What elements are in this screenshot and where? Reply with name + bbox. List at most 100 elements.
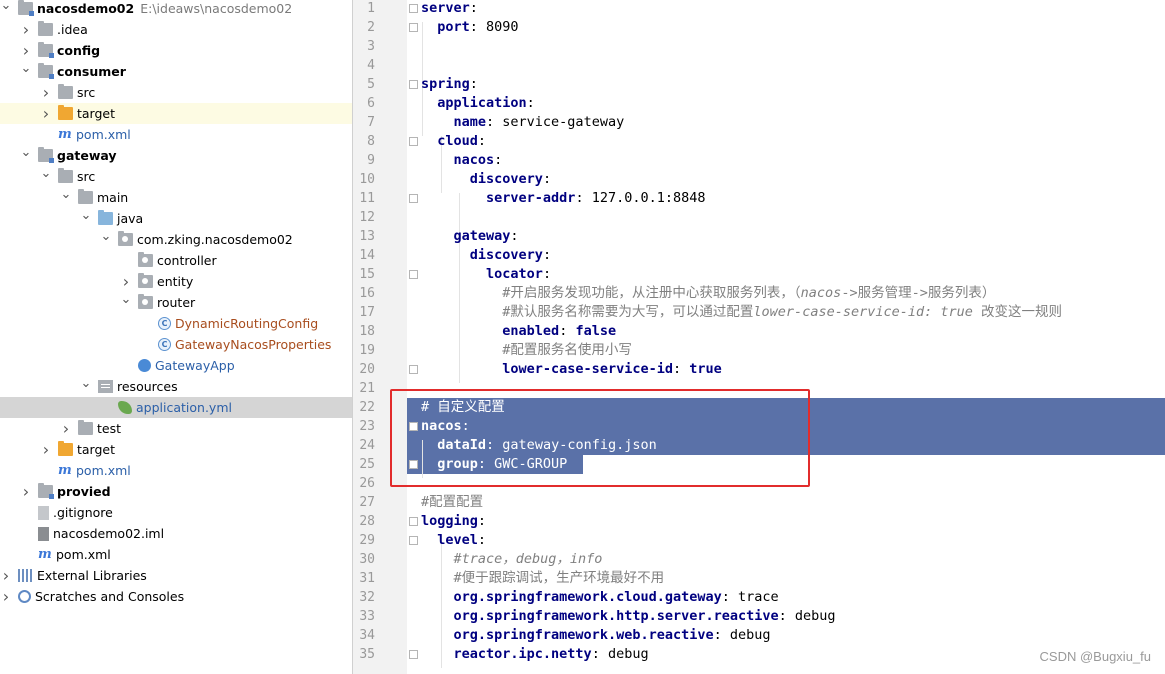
tree-item-label: main	[97, 190, 129, 205]
fold-marker-icon[interactable]	[409, 365, 418, 374]
code-token: lower-case-service-id: true	[753, 304, 981, 320]
fold-marker-icon[interactable]	[409, 137, 418, 146]
code-line[interactable]: #开启服务发现功能，从注册中心获取服务列表，（nacos->服务管理->服务列表…	[421, 284, 995, 303]
chevron-down-icon[interactable]: ⌄	[40, 166, 52, 181]
code-line[interactable]: #默认服务名称需要为大写，可以通过配置lower-case-service-id…	[421, 303, 1062, 322]
fold-marker-icon[interactable]	[409, 650, 418, 659]
tree-item[interactable]: ⌄ src	[0, 166, 352, 187]
code-line[interactable]: server:	[421, 0, 478, 18]
code-line[interactable]: server-addr: 127.0.0.1:8848	[421, 189, 705, 208]
chevron-right-icon[interactable]: ›	[40, 104, 52, 123]
tree-item[interactable]: m pom.xml	[0, 544, 352, 565]
tree-item[interactable]: GatewayApp	[0, 355, 352, 376]
tree-item[interactable]: › provied	[0, 481, 352, 502]
chevron-down-icon[interactable]: ⌄	[120, 292, 132, 307]
chevron-down-icon[interactable]: ⌄	[60, 187, 72, 202]
tree-item-label: src	[77, 169, 96, 184]
tree-item[interactable]: ⌄ main	[0, 187, 352, 208]
code-line[interactable]: discovery:	[421, 246, 551, 265]
chevron-right-icon[interactable]: ›	[40, 83, 52, 102]
code-line[interactable]: #配置配置	[421, 493, 483, 512]
chevron-down-icon[interactable]: ⌄	[100, 229, 112, 244]
code-line[interactable]: locator:	[421, 265, 551, 284]
fold-marker-icon[interactable]	[409, 23, 418, 32]
tree-item[interactable]: C GatewayNacosProperties	[0, 334, 352, 355]
chevron-right-icon[interactable]: ›	[120, 272, 132, 291]
tree-item[interactable]: › Scratches and Consoles	[0, 586, 352, 607]
tree-item[interactable]: ⌄ gateway	[0, 145, 352, 166]
chevron-right-icon[interactable]: ›	[0, 587, 12, 606]
tree-item[interactable]: m pom.xml	[0, 124, 352, 145]
tree-item[interactable]: controller	[0, 250, 352, 271]
tree-item[interactable]: ⌄ com.zking.nacosdemo02	[0, 229, 352, 250]
code-line[interactable]: reactor.ipc.netty: debug	[421, 645, 649, 664]
code-line[interactable]: lower-case-service-id: true	[421, 360, 721, 379]
tree-item[interactable]: .gitignore	[0, 502, 352, 523]
chevron-down-icon[interactable]: ⌄	[20, 61, 32, 76]
tree-item[interactable]: ⌄ resources	[0, 376, 352, 397]
fold-marker-icon[interactable]	[409, 270, 418, 279]
code-token: :	[477, 532, 487, 548]
tree-item[interactable]: application.yml	[0, 397, 352, 418]
chevron-right-icon[interactable]: ›	[20, 41, 32, 60]
fold-marker-icon[interactable]	[409, 517, 418, 526]
chevron-right-icon[interactable]: ›	[40, 440, 52, 459]
chevron-right-icon[interactable]: ›	[20, 20, 32, 39]
chevron-down-icon[interactable]: ⌄	[80, 208, 92, 223]
tree-item[interactable]: › src	[0, 82, 352, 103]
tree-item[interactable]: › .idea	[0, 19, 352, 40]
code-line[interactable]: #配置服务名使用小写	[421, 341, 632, 360]
code-line[interactable]: cloud:	[421, 132, 486, 151]
fold-marker-icon[interactable]	[409, 536, 418, 545]
line-number: 17	[359, 305, 375, 320]
code-line[interactable]: enabled: false	[421, 322, 616, 341]
code-line[interactable]: nacos:	[421, 151, 503, 170]
tree-item-label: src	[77, 85, 96, 100]
tree-item[interactable]: ⌄ nacosdemo02 E:\ideaws\nacosdemo02	[0, 0, 352, 19]
line-number: 3	[367, 39, 375, 54]
fold-marker-icon[interactable]	[409, 80, 418, 89]
tree-item[interactable]: m pom.xml	[0, 460, 352, 481]
line-number: 21	[359, 381, 375, 396]
tree-item[interactable]: › target	[0, 103, 352, 124]
chevron-right-icon[interactable]: ›	[60, 419, 72, 438]
chevron-down-icon[interactable]: ⌄	[80, 376, 92, 391]
tree-item-label: config	[57, 43, 101, 58]
tree-item[interactable]: ⌄ java	[0, 208, 352, 229]
code-token: :	[477, 513, 487, 529]
code-line[interactable]: #trace，debug，info	[421, 550, 603, 569]
code-token: :	[469, 0, 478, 16]
line-number: 15	[359, 267, 375, 282]
code-line[interactable]: org.springframework.web.reactive: debug	[421, 626, 771, 645]
tree-item[interactable]: ⌄ router	[0, 292, 352, 313]
code-line[interactable]: #便于跟踪调试，生产环境最好不用	[421, 569, 665, 588]
code-line[interactable]: spring:	[421, 75, 478, 94]
chevron-down-icon[interactable]: ⌄	[20, 145, 32, 160]
code-line[interactable]: port: 8090	[421, 18, 518, 37]
code-line[interactable]: org.springframework.cloud.gateway: trace	[421, 588, 779, 607]
tree-item[interactable]: nacosdemo02.iml	[0, 523, 352, 544]
code-line[interactable]: gateway:	[421, 227, 519, 246]
chevron-right-icon[interactable]: ›	[20, 482, 32, 501]
excluded-folder-icon	[58, 441, 73, 456]
tree-item[interactable]: › test	[0, 418, 352, 439]
line-number: 4	[367, 58, 375, 73]
code-line[interactable]: logging:	[421, 512, 486, 531]
tree-item[interactable]: › config	[0, 40, 352, 61]
tree-item[interactable]: › entity	[0, 271, 352, 292]
code-line[interactable]: org.springframework.http.server.reactive…	[421, 607, 836, 626]
fold-marker-icon[interactable]	[409, 194, 418, 203]
code-line[interactable]: application:	[421, 94, 535, 113]
tree-item[interactable]: C DynamicRoutingConfig	[0, 313, 352, 334]
chevron-right-icon[interactable]: ›	[0, 566, 12, 585]
tree-item[interactable]: › target	[0, 439, 352, 460]
code-line[interactable]: name: service-gateway	[421, 113, 625, 132]
fold-marker-icon[interactable]	[409, 4, 418, 13]
code-line[interactable]: level:	[421, 531, 486, 550]
code-line[interactable]: discovery:	[421, 170, 551, 189]
chevron-down-icon[interactable]: ⌄	[0, 0, 12, 13]
tree-item[interactable]: ⌄ consumer	[0, 61, 352, 82]
tree-item[interactable]: › External Libraries	[0, 565, 352, 586]
